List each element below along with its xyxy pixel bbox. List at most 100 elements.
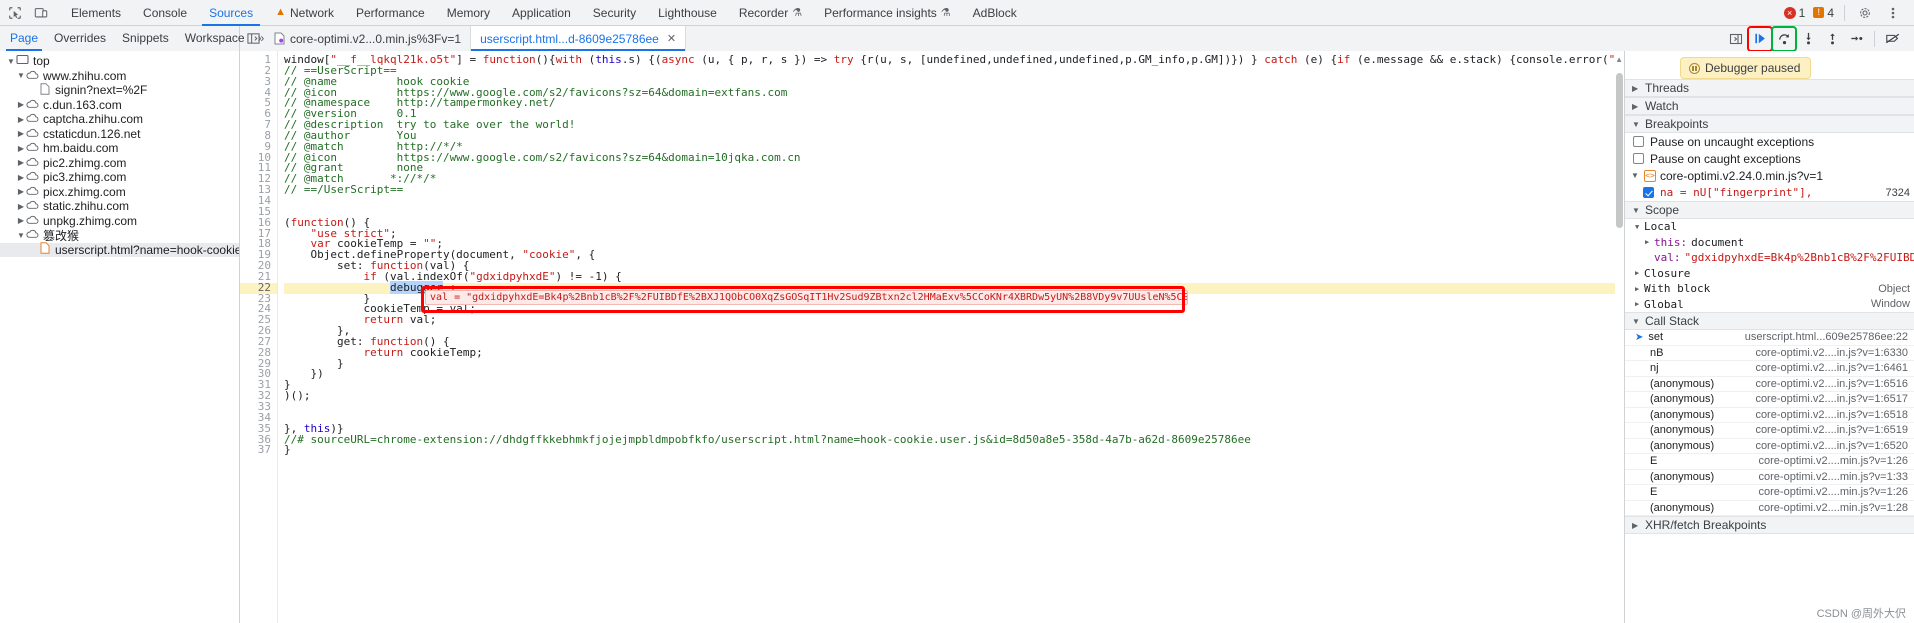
breakpoint-file-group[interactable]: ▼ <> core-optimi.v2.24.0.min.js?v=1 [1625,167,1914,184]
tab-sources[interactable]: Sources [198,0,264,26]
tree-item-pic3-zhimg-com[interactable]: ▶ pic3.zhimg.com [0,170,239,185]
code-line[interactable]: // @namespace http://tampermonkey.net/ [284,97,1624,109]
close-icon[interactable]: ✕ [667,32,676,45]
code-line[interactable]: )(); [284,390,1624,402]
tree-item-pic2-zhimg-com[interactable]: ▶ pic2.zhimg.com [0,156,239,171]
code-line[interactable]: Object.defineProperty(document, "cookie"… [284,249,1624,261]
code-line[interactable]: }) [284,368,1624,380]
navigator-tab-page[interactable]: Page [2,26,46,51]
code-line[interactable]: // @match *://*/* [284,173,1624,185]
tab-performance-insights[interactable]: Performance insights ⚗ [813,0,962,26]
warning-count-badge[interactable]: ! 4 [1810,6,1837,20]
section-threads[interactable]: ▶ Threads [1625,79,1914,97]
show-debugger-sidebar-button[interactable] [1725,28,1747,50]
twisty-icon[interactable]: ▶ [16,144,26,153]
tab-application[interactable]: Application [501,0,582,26]
tree-item-hm-baidu-com[interactable]: ▶ hm.baidu.com [0,141,239,156]
tree-item-unpkg-zhimg-com[interactable]: ▶ unpkg.zhimg.com [0,214,239,229]
call-stack-row[interactable]: (anonymous) core-optimi.v2....in.js?v=1:6… [1625,392,1914,408]
tab-security[interactable]: Security [582,0,647,26]
line-number[interactable]: 6 [240,108,277,120]
line-number[interactable]: 5 [240,97,277,109]
step-button[interactable] [1845,28,1867,50]
code-line[interactable]: window["__f__lqkql21k.o5t"] = function()… [284,54,1624,66]
scope-group-closure[interactable]: ▶ Closure [1625,266,1914,282]
pause-on-caught-exceptions-row[interactable]: Pause on caught exceptions [1625,150,1914,167]
editor-tab-userscript[interactable]: userscript.html...d-8609e25786ee ✕ [471,26,687,51]
chevron-down-icon[interactable]: ▼ [1631,171,1640,180]
scope-group-with-block[interactable]: ▶ With block Object [1625,281,1914,297]
call-stack-row[interactable]: (anonymous) core-optimi.v2....in.js?v=1:6… [1625,423,1914,439]
twisty-icon[interactable]: ▼ [6,57,16,66]
tab-performance[interactable]: Performance [345,0,436,26]
call-stack-row[interactable]: (anonymous) core-optimi.v2....in.js?v=1:6… [1625,408,1914,423]
code-line[interactable]: // @grant none [284,162,1624,174]
tree-item-userscript-html[interactable]: userscript.html?name=hook-cookie.user.js… [0,242,239,257]
twisty-icon[interactable]: ▶ [16,202,26,211]
device-toolbar-icon[interactable] [28,1,54,25]
code-line[interactable]: // ==UserScript== [284,65,1624,77]
step-out-of-current-function-button[interactable] [1821,28,1843,50]
call-stack-row[interactable]: (anonymous) core-optimi.v2....in.js?v=1:6… [1625,439,1914,454]
section-scope[interactable]: ▼ Scope [1625,201,1914,219]
editor-scrollbar[interactable]: ▲ [1615,51,1624,623]
scrollbar-thumb[interactable] [1616,73,1623,228]
code-line[interactable] [284,402,1624,413]
navigator-tab-overrides[interactable]: Overrides [46,26,114,51]
code-line[interactable]: //# sourceURL=chrome-extension://dhdgffk… [284,434,1624,446]
call-stack-row[interactable]: ➤ set userscript.html...609e25786ee:22 [1625,330,1914,346]
code-line[interactable]: (function() { [284,217,1624,229]
tab-elements[interactable]: Elements [60,0,132,26]
code-line[interactable] [284,207,1624,218]
editor-tab-core-optimi[interactable]: core-optimi.v2...0.min.js%3Fv=1 [265,26,472,51]
call-stack-row[interactable]: nB core-optimi.v2....in.js?v=1:6330 [1625,346,1914,361]
twisty-icon[interactable]: ▶ [16,158,26,167]
code-line[interactable]: cookieTemp = val; [284,303,1624,315]
call-stack-row[interactable]: (anonymous) core-optimi.v2....in.js?v=1:6… [1625,377,1914,392]
checkbox[interactable] [1643,187,1654,198]
section-breakpoints[interactable]: ▼ Breakpoints [1625,115,1914,133]
step-into-next-function-call-button[interactable] [1797,28,1819,50]
code-line[interactable]: // @author You [284,130,1624,142]
twisty-icon[interactable]: ▶ [16,115,26,124]
code-line[interactable]: // ==/UserScript== [284,184,1624,196]
call-stack-row[interactable]: (anonymous) core-optimi.v2....min.js?v=1:… [1625,501,1914,516]
code-editor[interactable]: 1 2 3 4 5 6 7 8 9 10 11 12 13 14 15 16 17 18 19 20 21 22 23 24 2… [240,51,1624,623]
tree-item-picx-zhimg-com[interactable]: ▶ picx.zhimg.com [0,185,239,200]
step-over-next-function-call-button[interactable] [1771,25,1797,52]
tree-item-captcha-zhihu-com[interactable]: ▶ captcha.zhihu.com [0,112,239,127]
twisty-icon[interactable]: ▼ [16,231,26,240]
line-number[interactable]: 8 [240,130,277,142]
code-line[interactable]: if (val.indexOf("gdxidpyhxdE") != -1) { [284,271,1624,283]
code-line[interactable]: }, [284,325,1624,337]
code-line[interactable] [284,196,1624,207]
resume-script-execution-button[interactable] [1747,25,1773,52]
line-number[interactable]: 37 [240,444,277,456]
chevron-right-icon[interactable]: ▶ [1635,300,1644,308]
tree-item-c-dun-163-com[interactable]: ▶ c.dun.163.com [0,98,239,113]
tab-recorder[interactable]: Recorder ⚗ [728,0,813,26]
line-number[interactable]: 1 [240,54,277,66]
chevron-right-icon[interactable]: ▶ [1645,238,1654,246]
navigator-tab-workspace[interactable]: Workspace [177,26,253,51]
tree-item-www-zhihu-com[interactable]: ▼ www.zhihu.com [0,69,239,84]
twisty-icon[interactable]: ▶ [16,216,26,225]
call-stack-row[interactable]: Ecore-optimi.v2....min.js?v=1:26 [1625,454,1914,470]
pause-on-uncaught-exceptions-row[interactable]: Pause on uncaught exceptions [1625,133,1914,150]
tree-item-static-zhihu-com[interactable]: ▶ static.zhihu.com [0,199,239,214]
line-number[interactable]: 3 [240,76,277,88]
code-line[interactable]: // @icon https://www.google.com/s2/favic… [284,152,1624,164]
tab-console[interactable]: Console [132,0,198,26]
code-line[interactable]: "use strict"; [284,228,1624,240]
line-number[interactable]: 7 [240,119,277,131]
code-content[interactable]: window["__f__lqkql21k.o5t"] = function()… [278,51,1624,623]
code-line[interactable]: get: function() { [284,336,1624,348]
code-line[interactable]: } [284,358,1624,370]
call-stack-row[interactable]: Ecore-optimi.v2....min.js?v=1:26 [1625,485,1914,501]
chevron-right-icon[interactable]: ▶ [1635,285,1644,293]
deactivate-breakpoints-button[interactable] [1882,28,1904,50]
scope-group-global[interactable]: ▶ Global Window [1625,297,1914,313]
tab-memory[interactable]: Memory [436,0,501,26]
line-number[interactable]: 2 [240,65,277,77]
tree-item-top[interactable]: ▼ top [0,54,239,69]
